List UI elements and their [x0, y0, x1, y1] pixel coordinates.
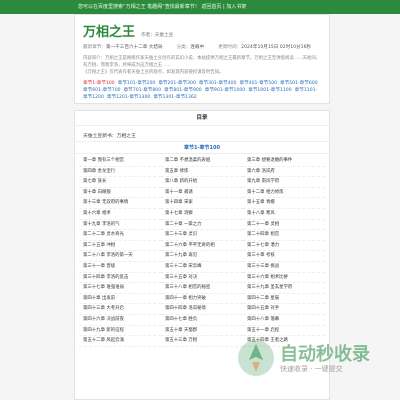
chapter-link[interactable]: 第五章 修炼 — [161, 167, 243, 178]
chapter-link[interactable]: 第三十六章 相术比拼 — [243, 273, 325, 284]
chapter-link[interactable]: 第三十四章 李洛的反击 — [79, 273, 161, 284]
watermark-overlay: 自动秒收录 快速收录 · 一键提交 — [236, 334, 386, 384]
rocket-logo-icon — [238, 340, 274, 376]
chapter-link[interactable]: 第十一章 邀请 — [161, 188, 243, 199]
chapter-range-link[interactable]: 章节301-章节400 — [199, 81, 237, 86]
chapter-link[interactable]: 第二十九章 再见 — [161, 251, 243, 262]
chapter-link[interactable]: 第三十五章 对决 — [161, 273, 243, 284]
chapter-link[interactable]: 第三十二章 宋云峰 — [161, 262, 243, 273]
chapter-link[interactable]: 第四十八章 落幕 — [243, 315, 325, 326]
chapter-link[interactable]: 第十章 白眼狼 — [79, 188, 161, 199]
chapter-link[interactable]: 第四十一章 相力突破 — [161, 294, 243, 305]
chapter-link[interactable]: 第三十九章 圣玄星学府 — [243, 283, 325, 294]
chapter-link[interactable]: 第三十章 考核 — [243, 251, 325, 262]
chapter-link[interactable]: 第四十五章 对手 — [243, 304, 325, 315]
chapter-link[interactable]: 第三十一章 晋级 — [79, 262, 161, 273]
chapter-range-link[interactable]: 章节601-章节700 — [83, 88, 121, 93]
chapter-link[interactable]: 第三十七章 谁强谁弱 — [79, 283, 161, 294]
chapter-range-link[interactable]: 章节701-章节800 — [124, 88, 162, 93]
chapter-link[interactable]: 第四十三章 大考开启 — [79, 304, 161, 315]
section-heading: 章节1-章节100 — [75, 142, 329, 154]
chapter-link[interactable]: 第八章 新的开始 — [161, 177, 243, 188]
top-notice-text[interactable]: 您可以在百度里搜索“万相之王 笔趣阁”查找最新章节！ 返回首页 | 加入书架 — [78, 0, 246, 14]
latest-chapter-link[interactable]: 第一千三百六十二章 大结局 — [106, 45, 163, 50]
chapter-link[interactable]: 第二十六章 平平无奇的相 — [161, 241, 243, 252]
watermark-subtext: 快速收录 · 一键提交 — [280, 365, 343, 373]
chapter-link[interactable]: 第一章 我有三个相宫 — [79, 156, 161, 167]
chapter-range-link[interactable]: 章节101-章节200 — [118, 81, 156, 86]
chapter-range-link[interactable]: 章节1301-章节1362 — [153, 95, 196, 100]
chapter-link[interactable]: 第十九章 李洛的气 — [79, 220, 161, 231]
chapter-link[interactable]: 第三十三章 挑战 — [243, 262, 325, 273]
latest-book-link[interactable]: 天蚕土豆新书：万相之王 — [75, 126, 329, 142]
latest-chapter-meta: 最新章节：第一千三百六十二章 大结局 — [83, 45, 163, 50]
chapter-range-link[interactable]: 章节801-章节900 — [164, 88, 202, 93]
chapter-link[interactable]: 第十四章 宋家 — [161, 198, 243, 209]
chapter-link[interactable]: 第十八章 寒风 — [243, 209, 325, 220]
chapter-link[interactable]: 第四章 金龙宝行 — [79, 167, 161, 178]
category-meta: 分类：连载中 — [176, 45, 205, 50]
book-intro: 内容简介：万相之王是网络作家天蚕土豆创作的玄幻小说，本站提供万相之王最新章节，万… — [83, 56, 321, 75]
top-notice-bar: 您可以在百度里搜索“万相之王 笔趣阁”查找最新章节！ 返回首页 | 加入书架 — [0, 0, 400, 14]
chapter-range-links: 章节1-章节100 章节101-章节200 章节201-章节300 章节301-章节4… — [83, 80, 321, 101]
chapter-range-link[interactable]: 章节901-章节1000 — [205, 88, 246, 93]
book-info-card: 万相之王 作者：天蚕土豆 最新章节：第一千三百六十二章 大结局 分类：连载中 更… — [74, 14, 330, 104]
chapter-link[interactable]: 第四十二章 星辰 — [243, 294, 325, 305]
chapter-link[interactable]: 第二十章 一掌之力 — [161, 220, 243, 231]
chapter-link[interactable]: 第十二章 相力修炼 — [243, 188, 325, 199]
book-meta: 最新章节：第一千三百六十二章 大结局 分类：连载中 更新时间：2024年10月1… — [83, 44, 321, 50]
chapter-link[interactable]: 第四十七章 胜负 — [161, 315, 243, 326]
chapter-range-link[interactable]: 章节401-章节500 — [239, 81, 277, 86]
chapter-link[interactable]: 第五十三章 万相 — [161, 336, 243, 347]
chapter-link[interactable]: 第十三章 无双府的事情 — [79, 198, 161, 209]
chapter-link[interactable]: 第十七章 洞察 — [161, 209, 243, 220]
chapter-link[interactable]: 第四十九章 新的征程 — [79, 326, 161, 337]
chapter-link[interactable]: 第四十六章 决战前夜 — [79, 315, 161, 326]
chapter-link[interactable]: 第二十四章 相宫 — [243, 230, 325, 241]
chapter-link[interactable]: 第十六章 相术 — [79, 209, 161, 220]
chapter-link[interactable]: 第二十五章 冲相 — [79, 241, 161, 252]
chapter-link[interactable]: 第五十章 天蜀郡 — [161, 326, 243, 337]
chapter-link[interactable]: 第十五章 青娥 — [243, 198, 325, 209]
chapter-link[interactable]: 第九章 南风学府 — [243, 177, 325, 188]
chapter-range-link[interactable]: 章节201-章节300 — [158, 81, 196, 86]
chapter-link[interactable]: 第二十三章 灵识 — [161, 230, 243, 241]
chapter-link[interactable]: 第四十四章 洛岚秘境 — [161, 304, 243, 315]
chapter-link[interactable]: 第三章 想要退婚的事件 — [243, 156, 325, 167]
list-title: 目录 — [75, 111, 329, 126]
book-title: 万相之王 — [83, 25, 136, 40]
chapter-link[interactable]: 第五十二章 风起云涌 — [79, 336, 161, 347]
chapter-link[interactable]: 第七章 族长 — [79, 177, 161, 188]
chapter-link[interactable]: 第二十二章 灵水奇光 — [79, 230, 161, 241]
watermark-text: 自动秒收录 — [280, 344, 370, 365]
chapter-link[interactable]: 第六章 洛岚府 — [243, 167, 325, 178]
chapter-range-link[interactable]: 章节1201-章节1300 — [107, 95, 150, 100]
chapter-grid: 第一章 我有三个相宫 第二章 不想温柔的表姐 第三章 想要退婚的事件第四章 金龙宝行… — [75, 154, 329, 347]
chapter-link[interactable]: 第二章 不想温柔的表姐 — [161, 156, 243, 167]
chapter-link[interactable]: 第二十八章 李洛的第一天 — [79, 251, 161, 262]
book-author[interactable]: 作者：天蚕土豆 — [141, 32, 173, 38]
chapter-link[interactable]: 第四十章 出发前 — [79, 294, 161, 305]
chapter-range-link[interactable]: 章节1-章节100 — [83, 81, 115, 86]
chapter-link[interactable]: 第二十一章 灵相 — [243, 220, 325, 231]
chapter-link[interactable]: 第三十八章 相宫的秘密 — [161, 283, 243, 294]
chapter-link[interactable]: 第二十七章 潜力 — [243, 241, 325, 252]
chapter-range-link[interactable]: 章节501-章节600 — [280, 81, 318, 86]
chapter-range-link[interactable]: 章节1001-章节1100 — [248, 88, 291, 93]
update-time-meta: 更新时间：2024年10月15日 02时10分16秒 — [218, 45, 312, 50]
